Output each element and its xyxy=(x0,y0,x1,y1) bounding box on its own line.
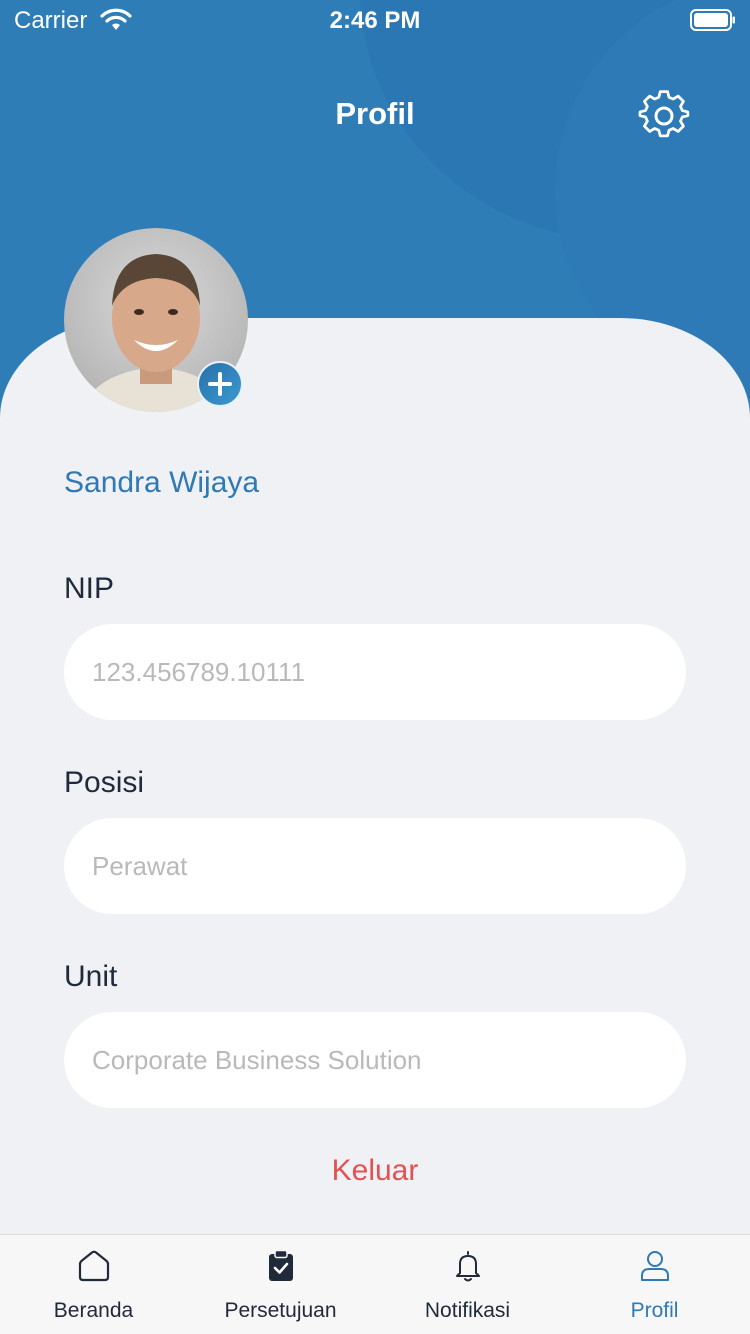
add-photo-button[interactable] xyxy=(197,361,243,407)
gear-icon[interactable] xyxy=(638,90,690,142)
nav-item-persetujuan[interactable]: Persetujuan xyxy=(187,1235,374,1334)
clock: 2:46 PM xyxy=(329,7,421,34)
user-name: Sandra Wijaya xyxy=(64,466,260,499)
status-bar: Carrier 2:46 PM xyxy=(0,0,750,40)
nav-label: Beranda xyxy=(53,1299,134,1322)
nip-field[interactable]: 123.456789.10111 xyxy=(64,624,686,720)
bell-icon xyxy=(456,1251,480,1282)
unit-field[interactable]: Corporate Business Solution xyxy=(64,1012,686,1108)
user-icon xyxy=(641,1251,669,1281)
unit-label: Unit xyxy=(64,960,118,993)
nav-label: Persetujuan xyxy=(224,1299,337,1322)
nav-label: Notifikasi xyxy=(424,1299,511,1322)
posisi-field[interactable]: Perawat xyxy=(64,818,686,914)
battery-icon xyxy=(690,9,735,31)
home-icon xyxy=(78,1250,110,1282)
nav-label: Profil xyxy=(630,1299,679,1322)
posisi-label: Posisi xyxy=(64,766,145,799)
nav-item-beranda[interactable]: Beranda xyxy=(0,1235,187,1334)
plus-icon xyxy=(208,372,232,396)
logout-button[interactable]: Keluar xyxy=(0,1154,750,1188)
nav-item-profil[interactable]: Profil xyxy=(561,1235,748,1334)
nip-label: NIP xyxy=(64,572,115,605)
bottom-nav: Beranda Persetujuan Notifikasi Profil xyxy=(0,1234,750,1334)
nav-item-notifikasi[interactable]: Notifikasi xyxy=(374,1235,561,1334)
clipboard-check-icon xyxy=(269,1249,293,1281)
